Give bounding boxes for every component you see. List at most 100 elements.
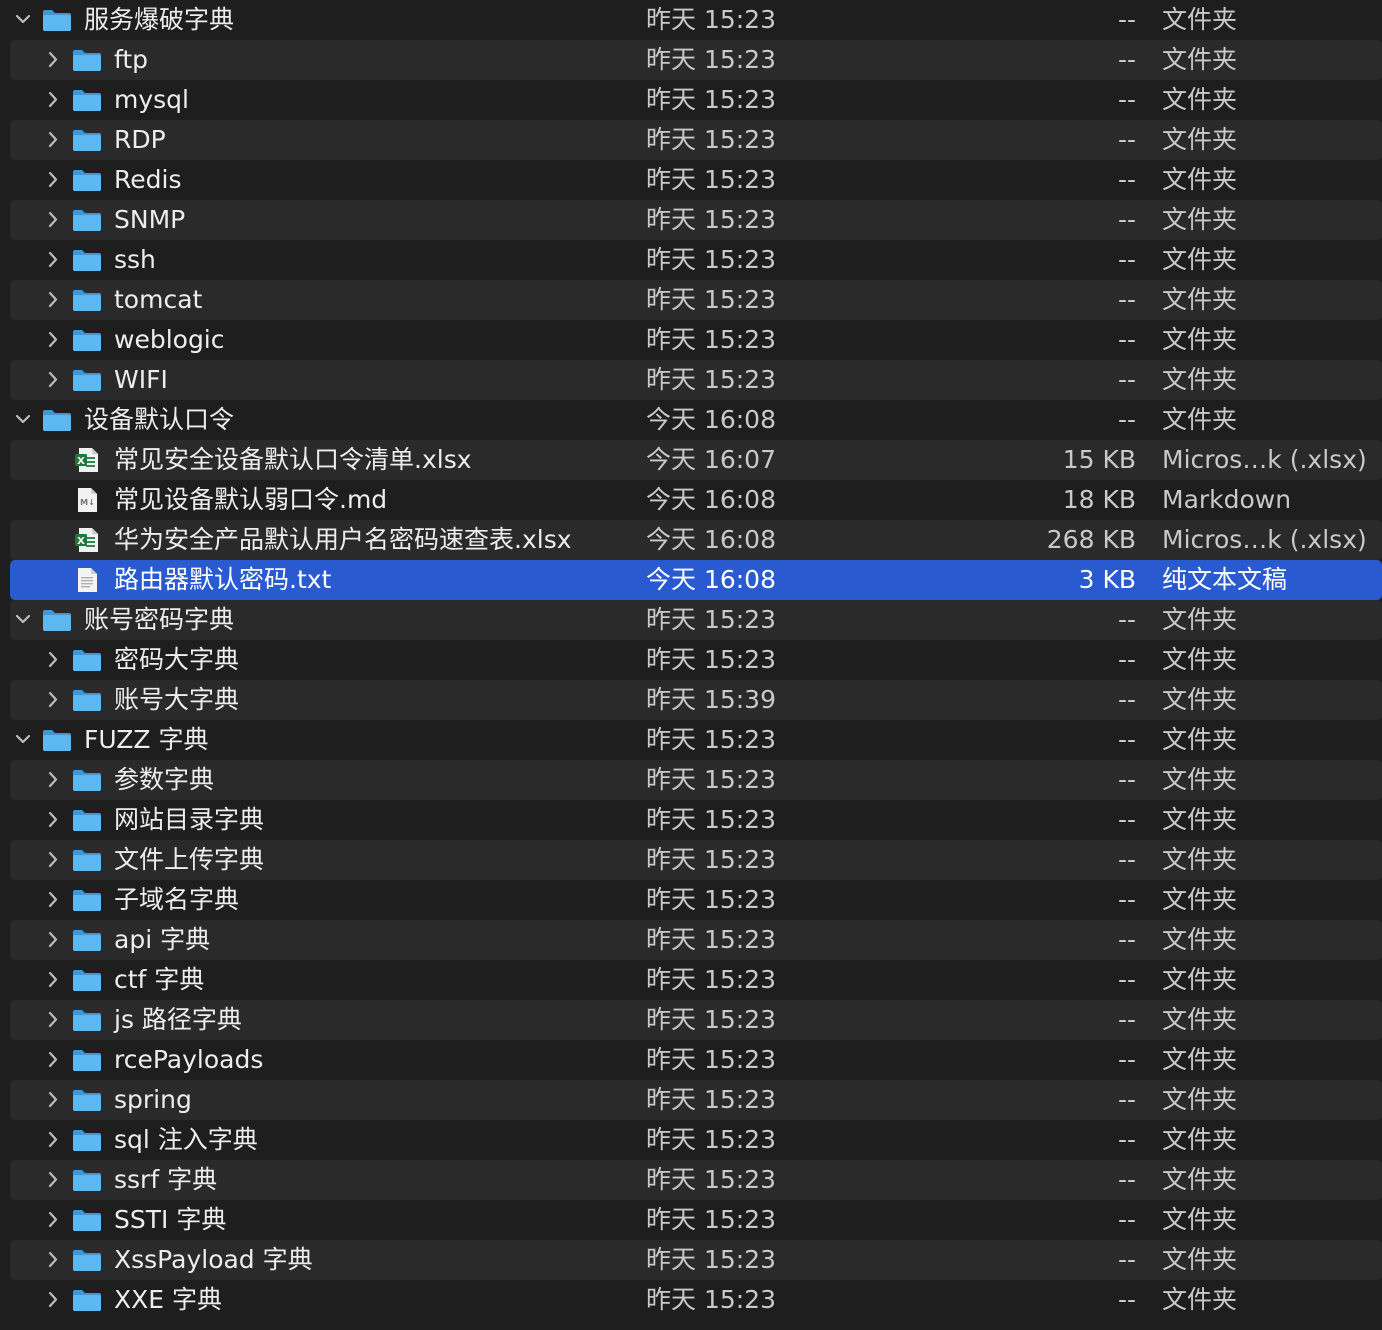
folder-row[interactable]: Redis 昨天 15:23 -- 文件夹 (0, 160, 1382, 200)
folder-row[interactable]: XXE 字典 昨天 15:23 -- 文件夹 (0, 1280, 1382, 1320)
folder-row[interactable]: ssrf 字典 昨天 15:23 -- 文件夹 (0, 1160, 1382, 1200)
item-name: Redis (114, 165, 182, 194)
date-modified: 昨天 15:23 (646, 1045, 776, 1074)
date-modified: 昨天 15:23 (646, 125, 776, 154)
folder-row[interactable]: SNMP 昨天 15:23 -- 文件夹 (0, 200, 1382, 240)
disclosure-chevron-right-icon[interactable] (44, 280, 66, 320)
folder-row[interactable]: 参数字典 昨天 15:23 -- 文件夹 (0, 760, 1382, 800)
item-kind: 文件夹 (1162, 1085, 1238, 1114)
folder-row[interactable]: SSTI 字典 昨天 15:23 -- 文件夹 (0, 1200, 1382, 1240)
date-modified: 今天 16:08 (646, 485, 776, 514)
disclosure-chevron-right-icon[interactable] (44, 640, 66, 680)
disclosure-chevron-right-icon[interactable] (44, 240, 66, 280)
excel-file-icon: X (72, 448, 102, 472)
disclosure-chevron-right-icon[interactable] (44, 1120, 66, 1160)
disclosure-chevron-down-icon[interactable] (14, 720, 36, 760)
text-file-icon (72, 568, 102, 592)
disclosure-chevron-right-icon[interactable] (44, 360, 66, 400)
item-size: -- (1117, 1205, 1136, 1234)
disclosure-chevron-down-icon[interactable] (14, 400, 36, 440)
disclosure-chevron-right-icon[interactable] (44, 880, 66, 920)
disclosure-chevron-right-icon[interactable] (44, 200, 66, 240)
folder-row[interactable]: 子域名字典 昨天 15:23 -- 文件夹 (0, 880, 1382, 920)
file-row[interactable]: M↓ 常见设备默认弱口令.md 今天 16:08 18 KB Markdown (0, 480, 1382, 520)
disclosure-chevron-right-icon[interactable] (44, 1000, 66, 1040)
disclosure-chevron-right-icon[interactable] (44, 760, 66, 800)
folder-icon (72, 1008, 102, 1032)
item-size: -- (1117, 1005, 1136, 1034)
folder-row[interactable]: WIFI 昨天 15:23 -- 文件夹 (0, 360, 1382, 400)
item-kind: 文件夹 (1162, 285, 1238, 314)
date-modified: 昨天 15:23 (646, 1165, 776, 1194)
folder-row[interactable]: spring 昨天 15:23 -- 文件夹 (0, 1080, 1382, 1120)
folder-row[interactable]: RDP 昨天 15:23 -- 文件夹 (0, 120, 1382, 160)
disclosure-chevron-right-icon[interactable] (44, 1240, 66, 1280)
folder-row[interactable]: 网站目录字典 昨天 15:23 -- 文件夹 (0, 800, 1382, 840)
folder-row[interactable]: 账号密码字典 昨天 15:23 -- 文件夹 (0, 600, 1382, 640)
file-row[interactable]: X 华为安全产品默认用户名密码速查表.xlsx 今天 16:08 268 KB Micr… (0, 520, 1382, 560)
folder-icon (72, 648, 102, 672)
disclosure-chevron-right-icon[interactable] (44, 1280, 66, 1320)
item-size: -- (1117, 845, 1136, 874)
folder-row[interactable]: 密码大字典 昨天 15:23 -- 文件夹 (0, 640, 1382, 680)
disclosure-chevron-right-icon[interactable] (44, 800, 66, 840)
folder-row[interactable]: api 字典 昨天 15:23 -- 文件夹 (0, 920, 1382, 960)
disclosure-chevron-right-icon[interactable] (44, 920, 66, 960)
item-size: -- (1117, 805, 1136, 834)
item-name: 账号大字典 (114, 685, 240, 714)
disclosure-chevron-right-icon[interactable] (44, 1040, 66, 1080)
folder-row[interactable]: ctf 字典 昨天 15:23 -- 文件夹 (0, 960, 1382, 1000)
date-modified: 昨天 15:23 (646, 45, 776, 74)
item-size: -- (1117, 725, 1136, 754)
disclosure-chevron-right-icon[interactable] (44, 40, 66, 80)
disclosure-chevron-down-icon[interactable] (14, 600, 36, 640)
disclosure-chevron-right-icon[interactable] (44, 120, 66, 160)
item-kind: 文件夹 (1162, 205, 1238, 234)
folder-icon (72, 328, 102, 352)
file-row[interactable]: 路由器默认密码.txt 今天 16:08 3 KB 纯文本文稿 (0, 560, 1382, 600)
folder-row[interactable]: FUZZ 字典 昨天 15:23 -- 文件夹 (0, 720, 1382, 760)
item-name: 华为安全产品默认用户名密码速查表.xlsx (114, 525, 572, 554)
date-modified: 昨天 15:23 (646, 725, 776, 754)
folder-row[interactable]: XssPayload 字典 昨天 15:23 -- 文件夹 (0, 1240, 1382, 1280)
disclosure-chevron-right-icon[interactable] (44, 80, 66, 120)
item-size: -- (1117, 5, 1136, 34)
folder-row[interactable]: mysql 昨天 15:23 -- 文件夹 (0, 80, 1382, 120)
disclosure-chevron-down-icon[interactable] (14, 0, 36, 40)
folder-row[interactable]: sql 注入字典 昨天 15:23 -- 文件夹 (0, 1120, 1382, 1160)
folder-icon (72, 1248, 102, 1272)
folder-row[interactable]: 服务爆破字典 昨天 15:23 -- 文件夹 (0, 0, 1382, 40)
folder-row[interactable]: ftp 昨天 15:23 -- 文件夹 (0, 40, 1382, 80)
disclosure-chevron-right-icon[interactable] (44, 960, 66, 1000)
disclosure-chevron-right-icon[interactable] (44, 840, 66, 880)
disclosure-chevron-right-icon[interactable] (44, 1160, 66, 1200)
item-size: -- (1117, 1285, 1136, 1314)
file-row[interactable]: X 常见安全设备默认口令清单.xlsx 今天 16:07 15 KB Micros…k … (0, 440, 1382, 480)
folder-row[interactable]: ssh 昨天 15:23 -- 文件夹 (0, 240, 1382, 280)
date-modified: 今天 16:08 (646, 565, 776, 594)
disclosure-chevron-right-icon[interactable] (44, 680, 66, 720)
item-size: -- (1117, 325, 1136, 354)
item-size: 18 KB (1062, 485, 1136, 514)
disclosure-chevron-right-icon[interactable] (44, 320, 66, 360)
folder-icon (72, 688, 102, 712)
folder-row[interactable]: js 路径字典 昨天 15:23 -- 文件夹 (0, 1000, 1382, 1040)
disclosure-chevron-right-icon[interactable] (44, 1200, 66, 1240)
folder-row[interactable]: rcePayloads 昨天 15:23 -- 文件夹 (0, 1040, 1382, 1080)
folder-row[interactable]: 设备默认口令 今天 16:08 -- 文件夹 (0, 400, 1382, 440)
folder-row[interactable]: weblogic 昨天 15:23 -- 文件夹 (0, 320, 1382, 360)
folder-icon (72, 248, 102, 272)
item-kind: 文件夹 (1162, 1005, 1238, 1034)
date-modified: 昨天 15:23 (646, 1205, 776, 1234)
date-modified: 昨天 15:23 (646, 605, 776, 634)
item-name: mysql (114, 85, 189, 114)
item-size: -- (1117, 205, 1136, 234)
date-modified: 昨天 15:23 (646, 1245, 776, 1274)
item-name: tomcat (114, 285, 203, 314)
disclosure-chevron-right-icon[interactable] (44, 160, 66, 200)
folder-row[interactable]: tomcat 昨天 15:23 -- 文件夹 (0, 280, 1382, 320)
folder-row[interactable]: 账号大字典 昨天 15:39 -- 文件夹 (0, 680, 1382, 720)
disclosure-chevron-right-icon[interactable] (44, 1080, 66, 1120)
folder-row[interactable]: 文件上传字典 昨天 15:23 -- 文件夹 (0, 840, 1382, 880)
item-kind: 文件夹 (1162, 245, 1238, 274)
